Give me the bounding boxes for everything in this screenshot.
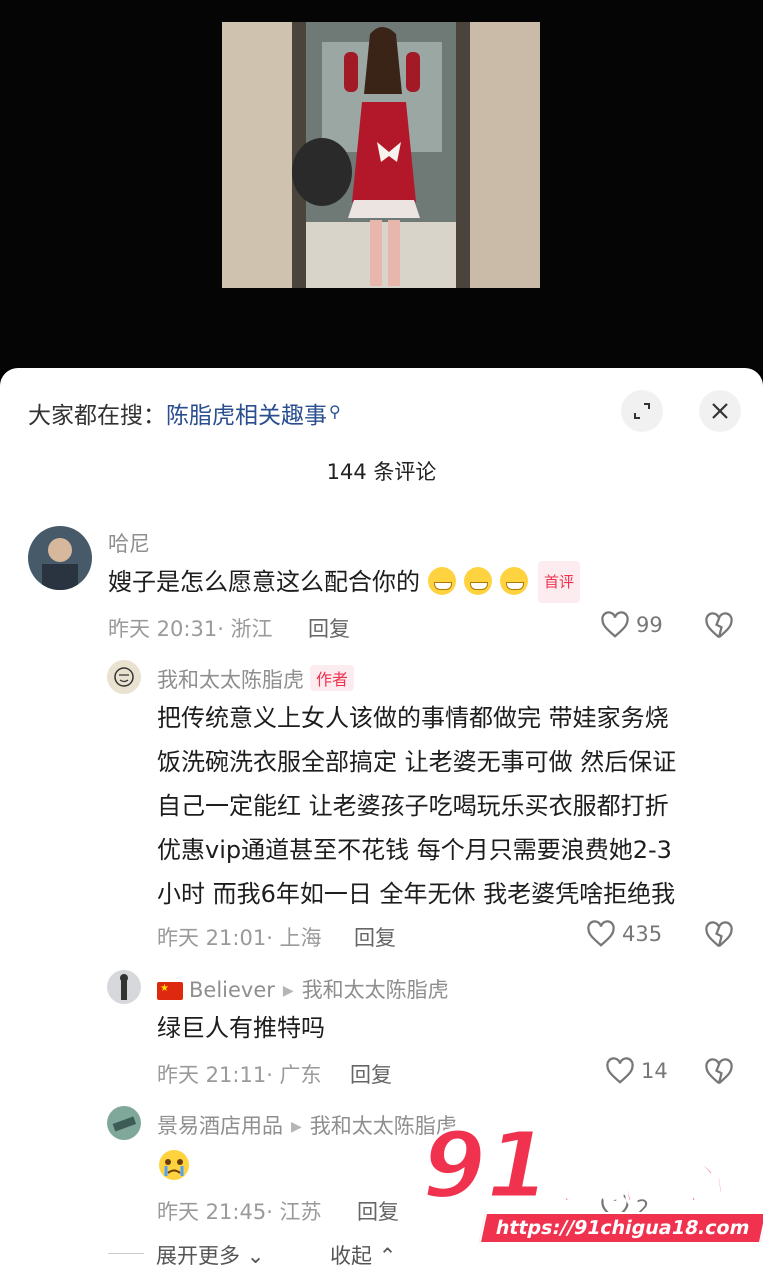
expand-button[interactable] (621, 390, 663, 432)
avatar[interactable] (107, 660, 141, 694)
reply-username[interactable]: 我和太太陈脂虎 作者 (157, 664, 355, 694)
reply-to-username[interactable]: 我和太太陈脂虎 (302, 978, 449, 1002)
reply-username[interactable]: 景易酒店用品 ▶ 我和太太陈脂虎 (157, 1110, 457, 1140)
grin-emoji-icon (500, 567, 528, 595)
search-prefix: 大家都在搜： (28, 403, 166, 429)
avatar[interactable] (107, 970, 141, 1004)
close-icon (712, 403, 728, 419)
reply-username[interactable]: ★ Believer ▶ 我和太太陈脂虎 (157, 974, 449, 1004)
like-count: 435 (622, 922, 663, 946)
reply-button[interactable]: 回复 (308, 613, 350, 643)
expand-icon (634, 403, 650, 419)
divider (108, 1253, 144, 1254)
dislike-button[interactable] (704, 921, 734, 953)
reply-button[interactable]: 回复 (357, 1196, 399, 1226)
reply-to-arrow-icon: ▶ (291, 1119, 302, 1135)
search-suggestion[interactable]: 大家都在搜：陈脂虎相关趣事 ⚲ (28, 396, 341, 430)
expand-more-label: 展开更多 (156, 1244, 240, 1268)
avatar[interactable] (107, 1106, 141, 1140)
reply-text-line-3: 自己一定能红 让老婆孩子吃喝玩乐买衣服都打折 (157, 792, 669, 820)
reply-text: 绿巨人有推特吗 (157, 1014, 325, 1042)
reply-button[interactable]: 回复 (350, 1059, 392, 1089)
reply-to-arrow-icon: ▶ (282, 983, 294, 999)
crying-emoji-icon (157, 1148, 191, 1186)
reply-button[interactable]: 回复 (354, 922, 396, 952)
comment-text-body: 嫂子是怎么愿意这么配合你的 (108, 568, 420, 596)
comment-count: 144 条评论 (326, 460, 437, 484)
first-comment-badge: 首评 (538, 561, 581, 603)
broken-heart-icon (705, 612, 733, 639)
watermark-url: https://91chigua18.com (478, 1212, 763, 1244)
like-button[interactable]: 99 (600, 611, 663, 639)
heart-icon (601, 611, 629, 638)
chevron-down-icon: ⌄ (246, 1244, 265, 1268)
dislike-button[interactable] (704, 612, 734, 644)
reply-text-line-5: 小时 而我6年如一日 全年无休 我老婆凭啥拒绝我 (157, 880, 676, 908)
reply-text-line-2: 饭洗碗洗衣服全部搞定 让老婆无事可做 然后保证 (157, 748, 677, 776)
like-button[interactable]: 435 (586, 920, 662, 948)
close-button[interactable] (699, 390, 741, 432)
grin-emoji-icon (428, 567, 456, 595)
china-flag-icon: ★ (157, 982, 183, 1000)
chevron-up-icon: ⌃ (378, 1244, 397, 1268)
comment-username[interactable]: 哈尼 (108, 528, 150, 558)
collapse-label: 收起 (330, 1244, 372, 1268)
like-count: 14 (641, 1059, 668, 1083)
watermark-text: 吃瓜中心 (545, 1158, 723, 1211)
video-area (0, 0, 763, 370)
reply-meta: 昨天 21:11· 广东 (157, 1063, 322, 1087)
comment-text: 嫂子是怎么愿意这么配合你的 首评 (108, 561, 581, 606)
reply-meta: 昨天 21:01· 上海 (157, 926, 322, 950)
like-count: 99 (636, 613, 663, 637)
reply-username-text: Believer (189, 978, 275, 1002)
video-photo[interactable] (222, 22, 540, 288)
like-button[interactable]: 14 (605, 1057, 668, 1085)
dislike-button[interactable] (704, 1058, 734, 1090)
reply-text-line-1: 把传统意义上女人该做的事情都做完 带娃家务烧 (157, 704, 669, 732)
comment-meta: 昨天 20:31· 浙江 (108, 617, 273, 641)
author-badge: 作者 (310, 665, 355, 691)
reply-username-text: 我和太太陈脂虎 (157, 668, 304, 692)
search-icon: ⚲ (329, 402, 341, 421)
broken-heart-icon (705, 1058, 733, 1085)
avatar[interactable] (28, 526, 92, 590)
watermark: 91 吃瓜中心 https://91chigua18.com (420, 1112, 763, 1255)
search-query-link[interactable]: 陈脂虎相关趣事 (166, 403, 327, 429)
reply-meta: 昨天 21:45· 江苏 (157, 1200, 322, 1224)
reply-username-text: 景易酒店用品 (157, 1114, 283, 1138)
reply-text-line-4: 优惠vip通道甚至不花钱 每个月只需要浪费她2-3 (157, 836, 672, 864)
collapse-button[interactable]: 收起 ⌃ (330, 1240, 396, 1270)
expand-more-button[interactable]: 展开更多 ⌄ (156, 1240, 264, 1270)
watermark-number: 91 (420, 1112, 551, 1219)
broken-heart-icon (705, 921, 733, 948)
heart-icon (606, 1057, 634, 1084)
grin-emoji-icon (464, 567, 492, 595)
heart-icon (587, 920, 615, 947)
